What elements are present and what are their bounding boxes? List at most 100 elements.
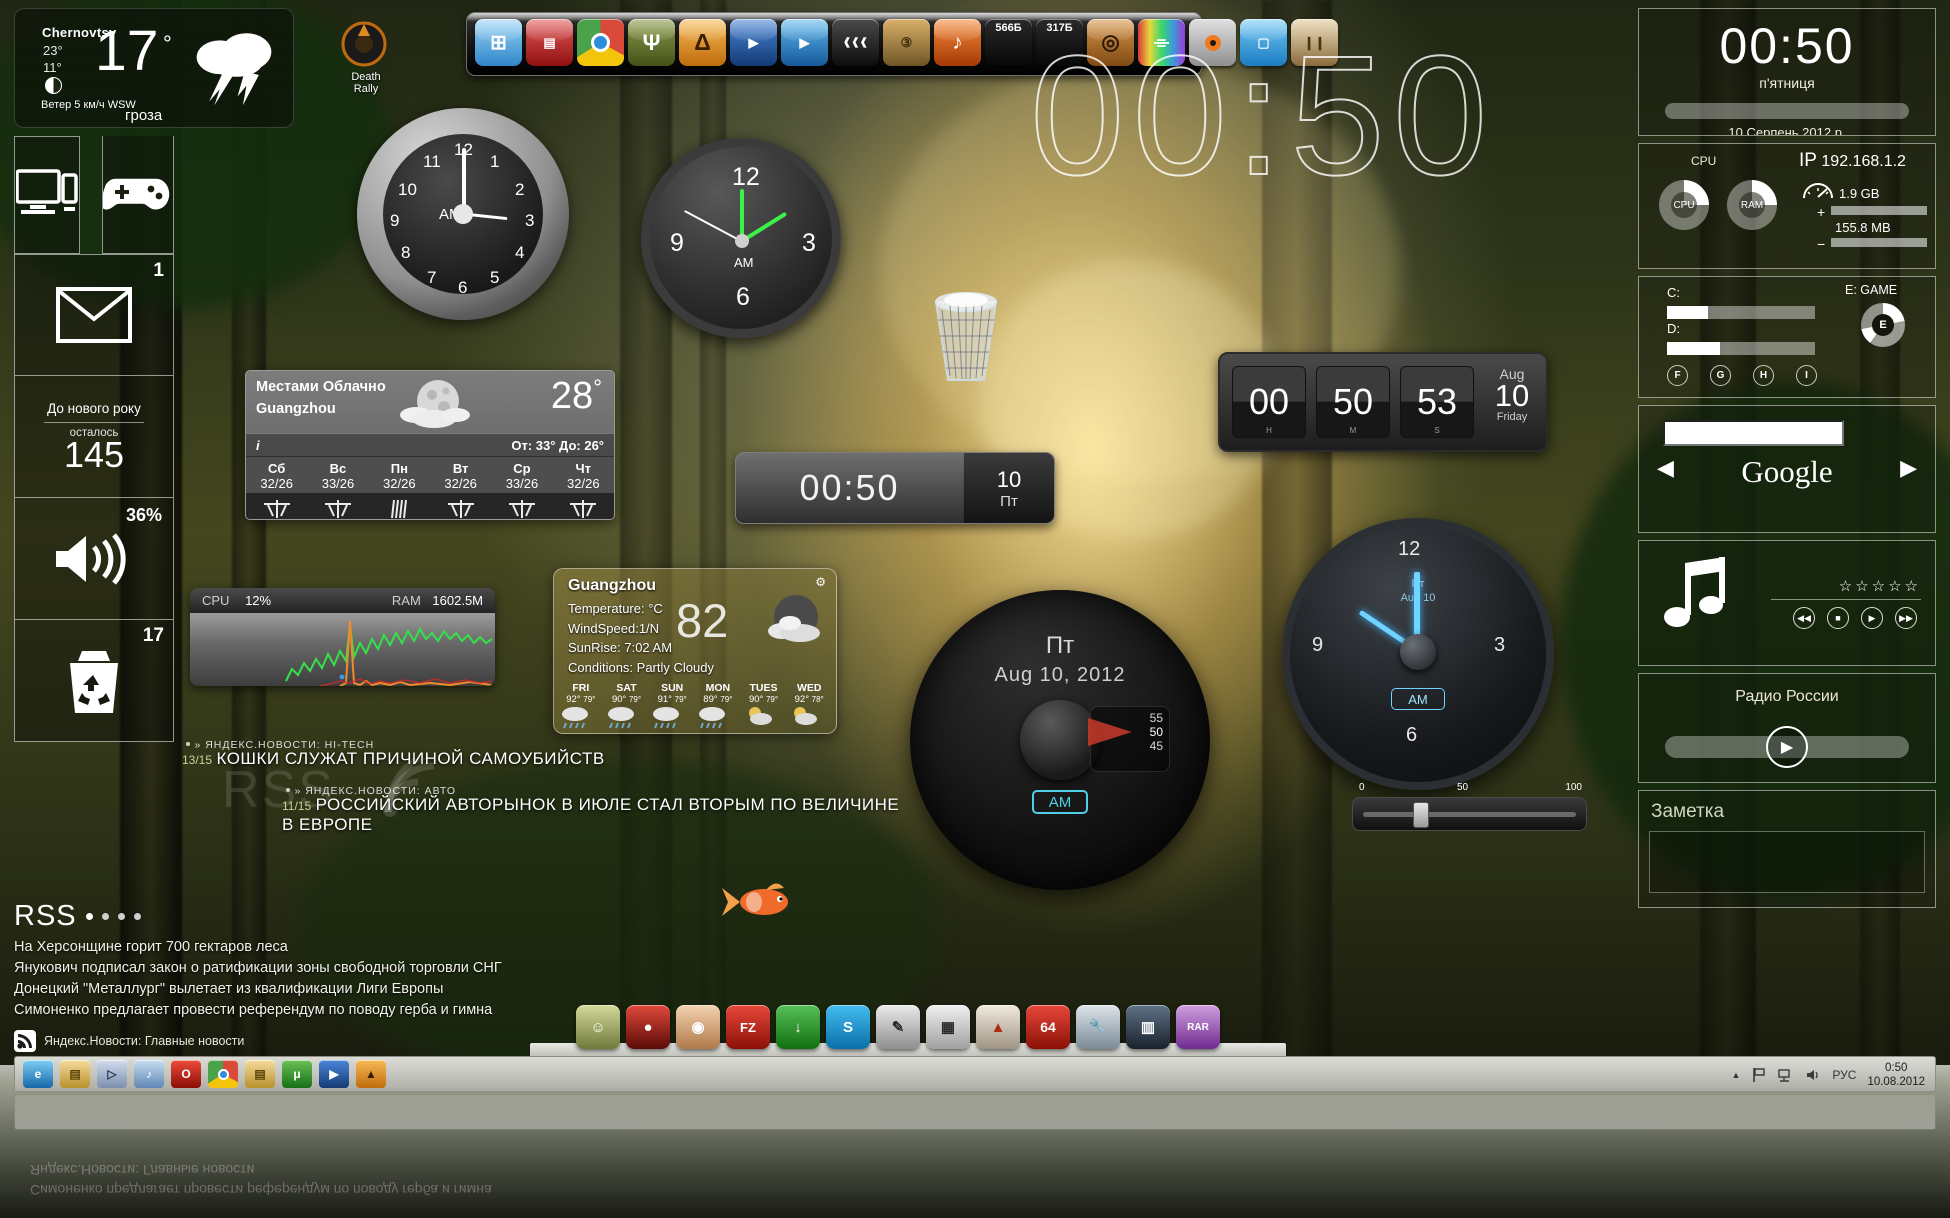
dock-item-calculator[interactable]: ▦ xyxy=(926,1005,970,1049)
system-monitor-panel[interactable]: CPU CPU RAM IP 192.168.1.2 1.9 GB + 155.… xyxy=(1638,143,1936,269)
radio-panel[interactable]: Радио России ▶ xyxy=(1638,673,1936,783)
tray-show-hidden-icon[interactable]: ▲ xyxy=(1731,1070,1740,1080)
dock-item-clapperboard[interactable]: ❰❰❰ xyxy=(832,19,879,66)
drive-g-button[interactable]: G xyxy=(1710,365,1731,386)
system-tray[interactable]: ▲ РУС 0:50 10.08.2012 xyxy=(1731,1057,1925,1093)
flip-clock-widget[interactable]: 00 H 50 M 53 S Aug 10 Friday xyxy=(1218,352,1548,452)
right-clock-bar xyxy=(1665,103,1909,119)
taskbar-item-opera-browser[interactable]: O xyxy=(171,1060,201,1088)
taskbar[interactable]: e ▤ ▷ ♪ O ▤ μ ▶ ▲ ▲ РУС 0:50 10.08.2012 xyxy=(14,1056,1936,1092)
volume-slider-widget[interactable]: 0 50 100 xyxy=(1352,782,1587,831)
flag-icon[interactable] xyxy=(1751,1067,1767,1083)
note-panel[interactable]: Заметка xyxy=(1638,790,1936,908)
bar-clock-widget[interactable]: 00:50 10 Пт xyxy=(735,452,1055,524)
drives-panel[interactable]: C: D: E: GAME E F G H I xyxy=(1638,276,1936,398)
blue-dial-clock[interactable]: 12 3 6 9 Пт Aug 10 AM xyxy=(1282,518,1554,790)
taskbar-item-folder-window[interactable]: ▤ xyxy=(245,1060,275,1088)
search-next-button[interactable]: ▶ xyxy=(1900,455,1917,481)
dock-item-windows-tiles-app[interactable]: ▥ xyxy=(1126,1005,1170,1049)
dock-item-aimp-player[interactable]: Δ xyxy=(679,19,726,66)
taskbar-item-utorrent[interactable]: μ xyxy=(282,1060,312,1088)
sidebar-tile-countdown[interactable]: До нового року осталось 145 xyxy=(14,376,174,498)
search-prev-button[interactable]: ◀ xyxy=(1657,455,1674,481)
dock-item-filezilla[interactable]: FZ xyxy=(726,1005,770,1049)
drive-h-button[interactable]: H xyxy=(1753,365,1774,386)
rss-headline[interactable]: На Херсонщине горит 700 гектаров леса xyxy=(14,937,1014,958)
taskbar-item-video-player[interactable]: ▶ xyxy=(319,1060,349,1088)
radio-play-button[interactable]: ▶ xyxy=(1766,726,1808,768)
dock-item-smiley-app[interactable]: ☺ xyxy=(576,1005,620,1049)
volume-icon[interactable] xyxy=(1805,1067,1821,1083)
note-textarea[interactable] xyxy=(1649,831,1925,893)
taskbar-item-media-center[interactable]: ▷ xyxy=(97,1060,127,1088)
gear-icon[interactable]: ⚙ xyxy=(815,575,826,589)
sidebar-tile-mail[interactable]: 1 xyxy=(14,254,174,376)
weather-widget-guangzhou-dark[interactable]: Местами Облачно Guangzhou 28° i От: 33° … xyxy=(245,370,615,520)
bottom-dock[interactable]: ☺ ● ◉ FZ ↓ S ✎ ▦ ▲ 64 🔧 ▥ RAR xyxy=(566,1003,1238,1051)
dock-item-blue-video-player[interactable]: ▶ xyxy=(730,19,777,66)
slider-handle[interactable] xyxy=(1413,802,1429,828)
taskbar-item-internet-explorer[interactable]: e xyxy=(23,1060,53,1088)
tray-clock[interactable]: 0:50 10.08.2012 xyxy=(1867,1061,1925,1090)
dock-item-net-traffic-down[interactable]: 566Б xyxy=(985,19,1032,66)
dock-item-eye-app[interactable]: ◉ xyxy=(676,1005,720,1049)
rss-page-dot-active[interactable] xyxy=(85,913,93,920)
sidebar-tile-recycle-bin[interactable]: 17 xyxy=(14,620,174,742)
dock-item-pen-tool-app[interactable]: ✎ xyxy=(876,1005,920,1049)
info-icon[interactable]: i xyxy=(256,438,260,453)
dock-item-x64-app[interactable]: 64 xyxy=(1026,1005,1070,1049)
dock-item-ladybug-app[interactable]: ● xyxy=(626,1005,670,1049)
dock-item-skype[interactable]: S xyxy=(826,1005,870,1049)
sidebar-tile-games[interactable] xyxy=(102,136,174,254)
dock-item-wrench-tool[interactable]: 🔧 xyxy=(1076,1005,1120,1049)
right-clock-panel[interactable]: 00:50 п'ятниця 10 Серпень 2012 р. xyxy=(1638,8,1936,136)
play-button[interactable]: ▶ xyxy=(1861,607,1883,629)
taskbar-item-aimp[interactable]: ▲ xyxy=(356,1060,386,1088)
dock-item-windows-start[interactable]: ⊞ xyxy=(475,19,522,66)
next-track-button[interactable]: ▶▶ xyxy=(1895,607,1917,629)
dock-item-download-manager[interactable]: ↓ xyxy=(776,1005,820,1049)
taskbar-item-chrome-browser[interactable] xyxy=(208,1060,238,1088)
sidebar-tile-monitor[interactable] xyxy=(14,136,80,254)
dock-item-rocket-app[interactable]: ▲ xyxy=(976,1005,1020,1049)
rss-headline[interactable]: Янукович подписал закон о ратификации зо… xyxy=(14,958,1014,979)
dock-item-winrar[interactable]: RAR xyxy=(1176,1005,1220,1049)
taskbar-item-explorer-folder[interactable]: ▤ xyxy=(60,1060,90,1088)
rss-headline[interactable]: Донецкий "Металлург" вылетает из квалифи… xyxy=(14,979,1014,1000)
rss-page-dot[interactable] xyxy=(133,913,141,920)
rss-ticker[interactable]: » ЯНДЕКС.НОВОСТИ: HI-TECH 13/15 КОШКИ СЛ… xyxy=(182,735,906,834)
dock-item-media-player[interactable]: ▶ xyxy=(781,19,828,66)
dock-item-film-reel[interactable]: ③ xyxy=(883,19,930,66)
drive-i-button[interactable]: I xyxy=(1796,365,1817,386)
analog-clock-dark[interactable]: 12 3 6 9 AM xyxy=(641,138,841,338)
trash-bin-icon[interactable] xyxy=(920,280,1012,385)
dock-item-chrome[interactable] xyxy=(577,19,624,66)
cpu-ram-graph-widget[interactable]: CPU 12% RAM 1602.5M xyxy=(190,588,495,686)
prev-track-button[interactable]: ◀◀ xyxy=(1793,607,1815,629)
sysgraph-plot xyxy=(190,613,495,686)
taskbar-item-music-player[interactable]: ♪ xyxy=(134,1060,164,1088)
music-rating-stars[interactable]: ☆☆☆☆☆ xyxy=(1839,577,1921,595)
desktop: 1 До нового року осталось 145 36% 17 Che… xyxy=(0,0,1950,1218)
stop-button[interactable]: ■ xyxy=(1827,607,1849,629)
dock-item-music-note-app[interactable]: ♪ xyxy=(934,19,981,66)
analog-clock-silver[interactable]: 12 1 2 3 4 5 6 7 8 9 10 11 AM xyxy=(357,108,569,320)
music-player-panel[interactable]: ☆☆☆☆☆ ◀◀ ■ ▶ ▶▶ xyxy=(1638,540,1936,666)
flip-weekday: Friday xyxy=(1496,411,1528,423)
dark-dial-clock[interactable]: Пт Aug 10, 2012 55 50 45 AM xyxy=(910,590,1210,890)
rss-page-dot[interactable] xyxy=(117,913,125,920)
desktop-icon-death-rally[interactable]: Death Rally xyxy=(338,20,394,95)
google-search-panel[interactable]: ◀ Google ▶ xyxy=(1638,405,1936,533)
network-icon[interactable] xyxy=(1778,1067,1794,1083)
dock-item-green-tool[interactable]: Ψ xyxy=(628,19,675,66)
sidebar-tile-volume[interactable]: 36% xyxy=(14,498,174,620)
tray-language[interactable]: РУС xyxy=(1832,1068,1856,1082)
rss-page-dot[interactable] xyxy=(101,913,109,920)
weather-widget-chernovtsy[interactable]: Chernovtsy 23° 11° Ветер 5 км/ч WSW 17 °… xyxy=(14,8,294,128)
weather-widget-guangzhou-light[interactable]: Guangzhou ⚙ Temperature: °C WindSpeed:1/… xyxy=(553,568,837,734)
clock-dark-num-3: 3 xyxy=(802,229,816,257)
drive-f-button[interactable]: F xyxy=(1667,365,1688,386)
clock-dark-ampm: AM xyxy=(734,255,754,270)
search-input[interactable] xyxy=(1663,420,1844,446)
dock-item-red-photo-app[interactable]: ▤ xyxy=(526,19,573,66)
